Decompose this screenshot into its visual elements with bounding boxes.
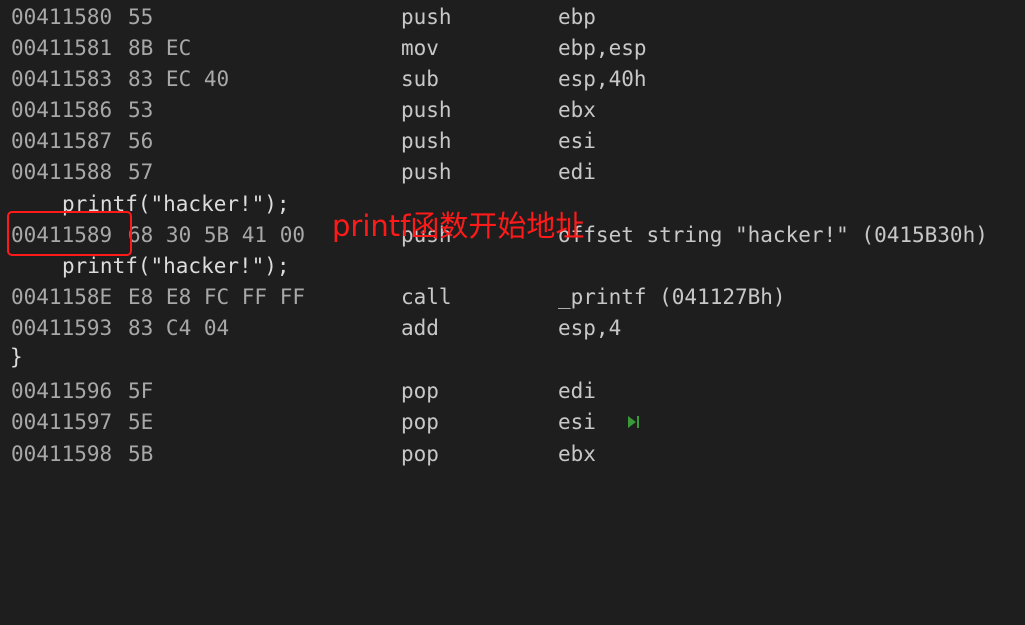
opcode-bytes: 53 [128, 98, 154, 122]
operands: esi [558, 129, 596, 153]
address: 0041158E [11, 285, 113, 309]
mnemonic: pop [401, 442, 439, 466]
address: 00411588 [11, 160, 113, 184]
operands: ebp,esp [558, 36, 647, 60]
opcode-bytes: 57 [128, 160, 154, 184]
address: 00411587 [11, 129, 113, 153]
disasm-row[interactable]: 00411588 57 push edi [0, 157, 596, 188]
address: 00411598 [11, 442, 113, 466]
mnemonic: push [401, 129, 452, 153]
operands: offset string "hacker!" (0415B30h) [558, 223, 988, 247]
disasm-row[interactable]: 00411583 83 EC 40 sub esp,40h [0, 64, 647, 95]
operands: ebx [558, 98, 596, 122]
annotation-highlight-box [7, 211, 132, 256]
disasm-row[interactable]: 00411598 5B pop ebx [0, 439, 596, 470]
opcode-bytes: 56 [128, 129, 154, 153]
address: 00411581 [11, 36, 113, 60]
address: 00411580 [11, 5, 113, 29]
disasm-row[interactable]: 00411581 8B EC mov ebp,esp [0, 33, 647, 64]
operands: edi [558, 379, 596, 403]
mnemonic: mov [401, 36, 439, 60]
mnemonic: pop [401, 379, 439, 403]
mnemonic: pop [401, 410, 439, 434]
address: 00411583 [11, 67, 113, 91]
mnemonic: push [401, 5, 452, 29]
opcode-bytes: 5B [128, 442, 154, 466]
mnemonic: call [401, 285, 452, 309]
annotation-label: printf函数开始地址 [332, 209, 585, 243]
opcode-bytes: 8B EC [128, 36, 192, 60]
opcode-bytes: 5E [128, 410, 154, 434]
address: 00411597 [11, 410, 113, 434]
mnemonic: push [401, 98, 452, 122]
disasm-row[interactable]: 00411593 83 C4 04 add esp,4 [0, 313, 621, 344]
opcode-bytes: 68 30 5B 41 00 [128, 223, 306, 247]
disasm-row[interactable]: 00411596 5F pop edi [0, 376, 596, 407]
operands: esi [558, 410, 596, 434]
operands: edi [558, 160, 596, 184]
operands: esp,4 [558, 316, 622, 340]
mnemonic: push [401, 160, 452, 184]
opcode-bytes: E8 E8 FC FF FF [128, 285, 306, 309]
operands: esp,40h [558, 67, 647, 91]
mnemonic: sub [401, 67, 439, 91]
closing-brace: } [10, 345, 23, 369]
disasm-row[interactable]: 00411587 56 push esi [0, 126, 596, 157]
opcode-bytes: 83 EC 40 [128, 67, 230, 91]
source-line[interactable]: } [0, 342, 51, 373]
disasm-row[interactable]: 00411580 55 push ebp [0, 2, 596, 33]
operands: ebp [558, 5, 596, 29]
disasm-row[interactable]: 00411586 53 push ebx [0, 95, 596, 126]
operands: ebx [558, 442, 596, 466]
disasm-row[interactable]: 00411597 5E pop esi [0, 407, 596, 438]
opcode-bytes: 55 [128, 5, 154, 29]
mnemonic: add [401, 316, 439, 340]
run-to-cursor-icon[interactable] [627, 413, 641, 431]
opcode-bytes: 83 C4 04 [128, 316, 230, 340]
opcode-bytes: 5F [128, 379, 154, 403]
disasm-row[interactable]: 0041158E E8 E8 FC FF FF call _printf (04… [0, 282, 786, 313]
address: 00411596 [11, 379, 113, 403]
address: 00411593 [11, 316, 113, 340]
address: 00411586 [11, 98, 113, 122]
operands: _printf (041127Bh) [558, 285, 786, 309]
